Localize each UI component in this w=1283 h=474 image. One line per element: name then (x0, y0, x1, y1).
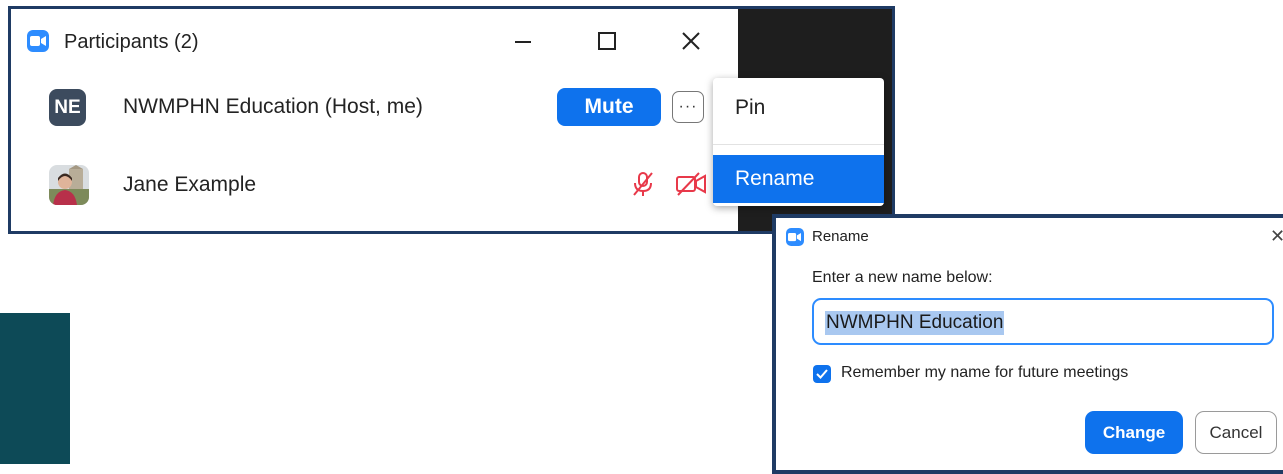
new-name-input[interactable]: NWMPHN Education (812, 298, 1274, 345)
new-name-input-value: NWMPHN Education (825, 311, 1005, 335)
maximize-icon (598, 32, 616, 50)
participants-window: Participants (2) NE NWMPHN Education (Ho… (8, 6, 895, 234)
remember-name-label: Remember my name for future meetings (841, 364, 1129, 381)
zoom-app-icon (786, 228, 804, 246)
remember-name-checkbox[interactable] (813, 365, 831, 383)
participant-name: Jane Example (123, 173, 257, 196)
minimize-icon (515, 41, 531, 43)
participant-row[interactable]: Jane Example (11, 153, 738, 217)
change-button[interactable]: Change (1085, 411, 1183, 454)
minimize-button[interactable] (503, 23, 543, 59)
mic-muted-icon (631, 171, 655, 202)
more-options-button[interactable]: ··· (672, 91, 704, 123)
check-icon (816, 369, 828, 379)
menu-item-pin[interactable]: Pin (713, 84, 884, 132)
avatar: NE (49, 89, 86, 126)
cancel-button[interactable]: Cancel (1195, 411, 1277, 454)
dialog-close-icon[interactable]: ✕ (1270, 226, 1283, 247)
dialog-title: Rename (812, 228, 869, 245)
video-off-icon (675, 171, 707, 202)
participants-titlebar: Participants (2) (11, 9, 738, 71)
close-icon (682, 32, 700, 50)
background-teal-block (0, 313, 70, 464)
menu-divider (713, 144, 884, 145)
participant-name: NWMPHN Education (Host, me) (123, 95, 423, 118)
dialog-prompt: Enter a new name below: (812, 269, 993, 286)
maximize-button[interactable] (587, 23, 627, 59)
zoom-app-icon (27, 30, 49, 52)
participant-context-menu: Pin Rename (713, 78, 884, 206)
participants-title: Participants (2) (64, 31, 199, 53)
menu-item-rename[interactable]: Rename (713, 155, 884, 203)
close-button[interactable] (671, 23, 711, 59)
mute-button[interactable]: Mute (557, 88, 661, 126)
participants-panel: Participants (2) NE NWMPHN Education (Ho… (11, 9, 738, 231)
avatar (49, 165, 89, 205)
participant-row[interactable]: NE NWMPHN Education (Host, me) Mute ··· (11, 75, 738, 139)
rename-dialog: Rename ✕ Enter a new name below: NWMPHN … (772, 214, 1283, 474)
